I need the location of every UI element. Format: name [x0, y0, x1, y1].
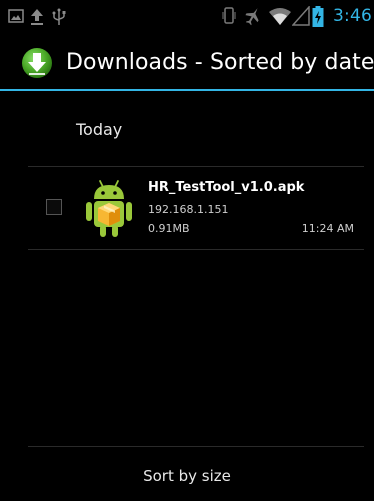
wifi-icon [268, 6, 292, 30]
action-bar: Downloads - Sorted by date [0, 36, 374, 91]
page-title: Downloads - Sorted by date [66, 50, 374, 75]
item-checkbox[interactable] [46, 199, 62, 215]
system-icons: 3:46 [214, 5, 374, 32]
download-list-item[interactable]: HR_TestTool_v1.0.apk 192.168.1.151 0.91M… [0, 168, 374, 248]
signal-icon [291, 5, 310, 30]
file-size: 0.91MB [148, 222, 190, 235]
downloads-screen: 3:46 Downloads - Sorted by date Today HR… [0, 0, 374, 501]
download-icon[interactable] [20, 46, 54, 80]
list-divider [28, 166, 364, 167]
list-divider [28, 249, 364, 250]
action-bar-divider [0, 89, 374, 91]
section-header-today: Today [76, 120, 123, 139]
sort-by-size-button[interactable]: Sort by size [0, 447, 374, 501]
vibrate-icon [222, 6, 236, 30]
android-app-icon [84, 177, 134, 241]
file-source: 192.168.1.151 [148, 203, 229, 216]
usb-icon [52, 8, 66, 30]
upload-icon [30, 8, 44, 30]
clock: 3:46 [333, 6, 372, 26]
airplane-icon [244, 6, 262, 30]
picture-icon [8, 8, 24, 28]
file-name: HR_TestTool_v1.0.apk [148, 180, 305, 195]
battery-icon [312, 6, 324, 32]
file-time: 11:24 AM [301, 222, 354, 235]
status-bar: 3:46 [0, 0, 374, 36]
sort-button-label: Sort by size [143, 467, 231, 485]
